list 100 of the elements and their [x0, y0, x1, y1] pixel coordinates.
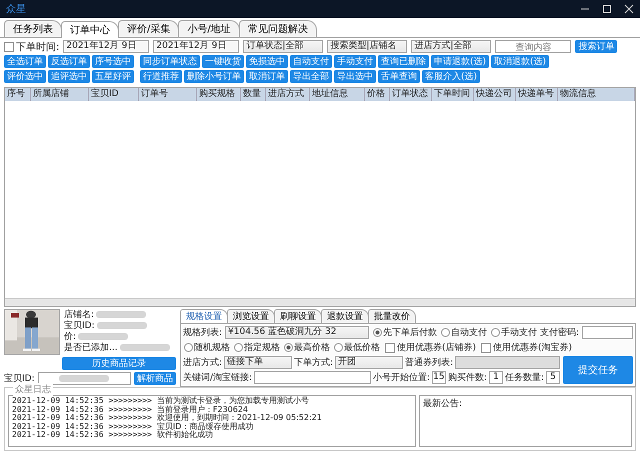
keyword-field[interactable]: [254, 371, 371, 384]
action-button[interactable]: 免损选中: [246, 55, 288, 68]
radio-label: 自动支付: [451, 326, 488, 339]
tab[interactable]: 订单中心: [61, 21, 119, 38]
log-message: 宝贝ID：商品缓存使用成功: [156, 422, 254, 430]
info-label: 店铺名:: [64, 308, 94, 320]
checkbox[interactable]: [4, 42, 14, 52]
log-time: 2021-12-09 14:52:35: [12, 397, 104, 406]
notice-label: 最新公告:: [423, 399, 462, 409]
log-time: 2021-12-09 14:52:36: [12, 431, 104, 440]
field-label: 关键词/淘宝链接:: [183, 372, 252, 384]
info-label: 价:: [64, 330, 76, 342]
number-field[interactable]: 5: [546, 371, 560, 384]
radio-button[interactable]: [284, 343, 293, 352]
entry-dropdown[interactable]: 链接下单: [224, 356, 292, 369]
radio-button[interactable]: [373, 328, 382, 337]
maximize-icon[interactable]: [602, 4, 612, 14]
history-button[interactable]: 历史商品记录: [62, 357, 176, 370]
radio-label: 随机规格: [194, 342, 230, 354]
radio-button[interactable]: [184, 343, 193, 352]
action-button[interactable]: 行道推荐: [140, 70, 182, 83]
log-arrow: >>>>>>>>>: [108, 422, 152, 431]
action-button[interactable]: 序号选中: [92, 55, 134, 68]
field-label: 小号开始位置:: [372, 372, 430, 384]
field-label: 支付密码:: [540, 326, 580, 339]
entry-mode-dropdown[interactable]: 进店方式|全部: [411, 40, 492, 53]
parse-button[interactable]: 解析商品: [134, 372, 176, 385]
radio-label: 最低价格: [344, 342, 380, 354]
action-button[interactable]: 导出全部: [290, 70, 332, 83]
blurred-value: [58, 375, 109, 382]
action-button[interactable]: 反选订单: [48, 55, 90, 68]
tab[interactable]: 评价/采集: [118, 20, 180, 37]
action-button[interactable]: 取消退款(选): [491, 55, 550, 68]
status-dropdown[interactable]: 订单状态|全部: [243, 40, 324, 53]
radio-button[interactable]: [441, 328, 450, 337]
field-label: 任务数量:: [504, 372, 544, 384]
radio-button[interactable]: [234, 343, 243, 352]
action-button[interactable]: 同步订单状态: [140, 55, 200, 68]
search-type-dropdown[interactable]: 搜索类型|店铺名: [327, 40, 408, 53]
checkbox-label: 使用优惠券(店铺券): [397, 342, 476, 354]
date-field[interactable]: 2021年12月 9日: [63, 40, 150, 53]
action-button[interactable]: 导出选中: [334, 70, 376, 83]
date-field[interactable]: 2021年12月 9日: [153, 40, 240, 53]
coupon-dropdown[interactable]: [455, 356, 560, 369]
action-button[interactable]: 全选订单: [4, 55, 46, 68]
checkbox[interactable]: [385, 342, 395, 352]
log-time: 2021-12-09 14:52:36: [12, 422, 104, 431]
action-button[interactable]: 追评选中: [48, 70, 90, 83]
spec-dropdown[interactable]: ¥104.56 蓝色破洞九分 32: [225, 326, 370, 339]
radio-label: 先下单后付款: [383, 326, 438, 339]
action-button[interactable]: 评价选中: [4, 70, 46, 83]
tab[interactable]: 任务列表: [4, 20, 62, 37]
tab[interactable]: 小号/地址: [178, 20, 240, 37]
checkbox-label: 下单时间:: [16, 40, 60, 54]
action-button[interactable]: 查询已删除: [378, 55, 429, 68]
tab[interactable]: 常见问题解决: [238, 20, 317, 37]
log-arrow: >>>>>>>>>: [108, 397, 152, 406]
close-icon[interactable]: [624, 4, 634, 14]
action-button[interactable]: 删除小号订单: [184, 70, 244, 83]
blurred-value: [78, 332, 128, 340]
log-arrow: >>>>>>>>>: [108, 431, 152, 440]
search-field[interactable]: 查询内容: [495, 40, 572, 53]
number-field[interactable]: 1: [488, 371, 503, 384]
input-field[interactable]: [38, 372, 131, 385]
submit-button[interactable]: 提交任务: [563, 356, 633, 384]
radio-label: 手动支付: [501, 326, 538, 339]
scrollbar[interactable]: [5, 298, 635, 306]
checkbox[interactable]: [481, 342, 492, 352]
radio-button[interactable]: [491, 328, 500, 337]
search-button[interactable]: 搜索订单: [575, 40, 618, 53]
number-field[interactable]: 15: [432, 371, 446, 384]
field-label: 普通券列表:: [405, 356, 454, 369]
window-title: 众星: [6, 3, 26, 16]
action-button[interactable]: 一键收货: [202, 55, 244, 68]
action-button[interactable]: 五星好评: [92, 70, 134, 83]
field-label: 购买件数:: [448, 372, 487, 384]
password-field[interactable]: [582, 326, 633, 339]
action-button[interactable]: 手动支付: [334, 55, 376, 68]
field-label: 进店方式:: [183, 356, 222, 369]
action-button[interactable]: 申请退款(选): [431, 55, 490, 68]
tab[interactable]: 规格设置: [180, 309, 228, 323]
order-dropdown[interactable]: 开团: [335, 356, 404, 369]
tab[interactable]: 退款设置: [321, 309, 369, 323]
tab[interactable]: 刷聊设置: [274, 309, 322, 323]
action-button[interactable]: 自动支付: [290, 55, 332, 68]
action-button[interactable]: 舌单查询: [378, 70, 420, 83]
action-button[interactable]: 取消订单: [246, 70, 288, 83]
action-button[interactable]: 客服介入(选): [422, 70, 480, 83]
info-label: 宝贝ID:: [64, 320, 95, 332]
field-label: 规格列表:: [183, 326, 222, 339]
group-title: 众星日志: [13, 383, 53, 396]
tab[interactable]: 批量改价: [368, 309, 416, 323]
info-label: 是否已添加...: [64, 342, 118, 354]
tab[interactable]: 浏览设置: [227, 309, 275, 323]
log-arrow: >>>>>>>>>: [108, 406, 152, 414]
log-time: 2021-12-09 14:52:36: [12, 406, 104, 414]
checkbox-label: 使用优惠券(淘宝券): [493, 342, 572, 354]
radio-label: 指定规格: [244, 342, 280, 354]
log-message: 软件初始化成功: [156, 431, 213, 440]
radio-button[interactable]: [334, 343, 343, 352]
